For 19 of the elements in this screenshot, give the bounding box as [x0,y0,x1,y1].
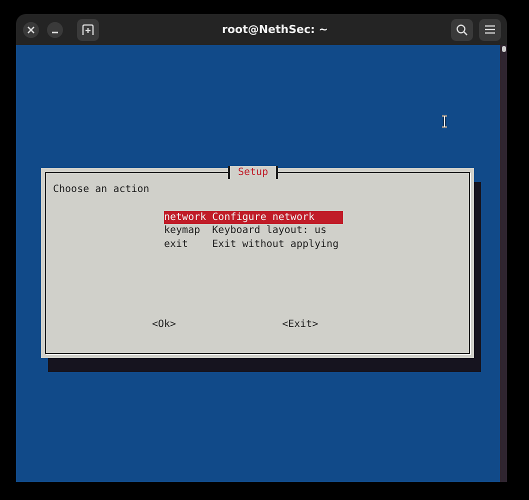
menu-icon [485,25,495,34]
close-icon [27,26,35,34]
minimize-button[interactable] [47,22,63,38]
text-cursor-icon [441,115,448,128]
window-title: root@NethSec: ~ [222,23,328,36]
dialog-button[interactable]: <Ok> [152,318,176,332]
dialog-button[interactable]: <Exit> [282,318,318,332]
dialog-title: Setup [228,166,278,179]
new-tab-icon [82,24,94,35]
close-button[interactable] [23,22,39,38]
menu-item[interactable]: network Configure network [164,210,343,224]
menu-item[interactable]: keymap Keyboard layout: us [164,224,343,238]
new-tab-button[interactable] [77,18,99,40]
search-button[interactable] [451,18,473,40]
menu-item[interactable]: exit Exit without applying [164,238,343,252]
search-icon [456,24,468,36]
menu-button[interactable] [479,18,501,40]
scrollbar[interactable] [500,45,507,482]
prompt-text: Choose an action [53,183,150,197]
